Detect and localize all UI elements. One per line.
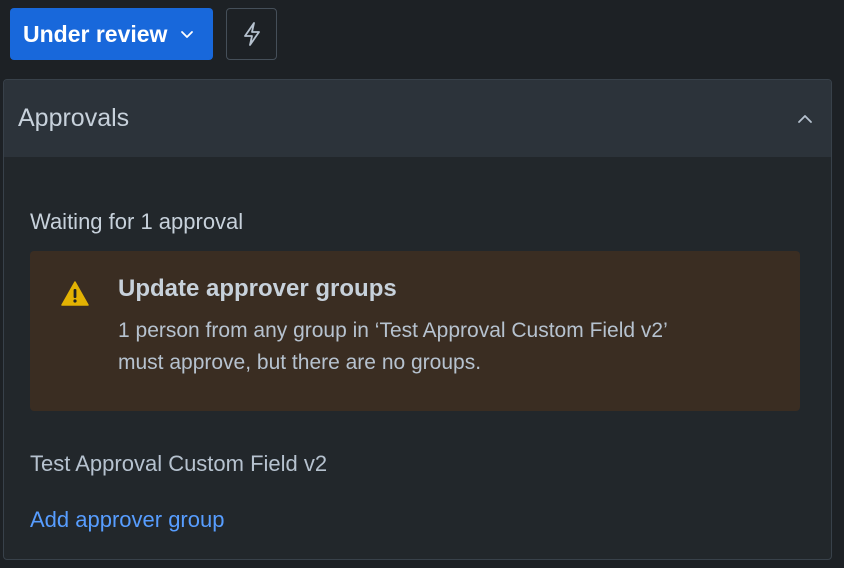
chevron-down-icon — [179, 26, 195, 42]
approvals-body: Waiting for 1 approval Update approver g… — [4, 157, 831, 533]
chevron-up-icon[interactable] — [793, 107, 817, 131]
approval-field-name: Test Approval Custom Field v2 — [30, 451, 328, 476]
warning-content: Update approver groups 1 person from any… — [118, 275, 668, 387]
toolbar: Under review — [10, 8, 277, 60]
warning-line-2: must approve, but there are no groups. — [118, 351, 482, 374]
add-approver-group-link[interactable]: Add approver group — [30, 507, 224, 533]
panel-title: Approvals — [18, 104, 130, 132]
status-dropdown-button[interactable]: Under review — [10, 8, 213, 60]
waiting-status: Waiting for 1 approval — [30, 209, 244, 234]
warning-icon — [60, 279, 90, 309]
warning-message: Update approver groups 1 person from any… — [30, 251, 800, 411]
approvals-panel: Approvals Waiting for 1 approval Update … — [3, 79, 832, 560]
lightning-bolt-icon — [241, 21, 263, 47]
warning-title: Update approver groups — [118, 275, 397, 302]
automation-button[interactable] — [226, 8, 277, 60]
warning-line-1: 1 person from any group in ‘Test Approva… — [118, 319, 668, 342]
approvals-header[interactable]: Approvals — [4, 80, 831, 157]
status-label: Under review — [23, 20, 168, 47]
